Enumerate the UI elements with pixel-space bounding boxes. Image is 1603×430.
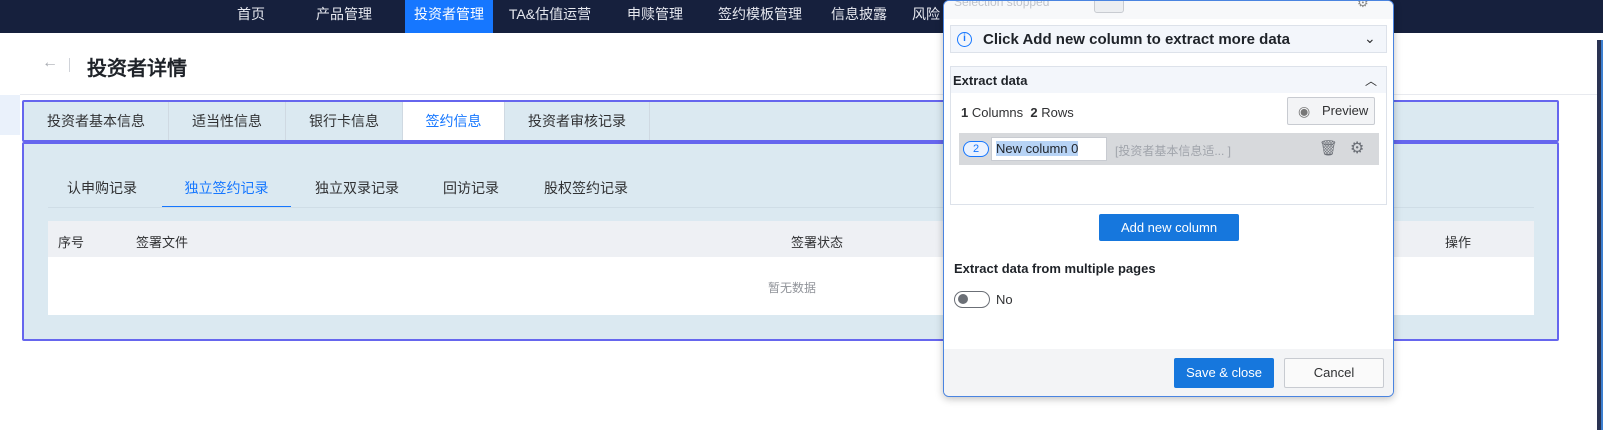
eye-icon: ◉	[1298, 103, 1311, 119]
header-divider	[69, 58, 70, 72]
column-header-actions: 操作	[1445, 235, 1472, 250]
page-title: 投资者详情	[87, 58, 187, 80]
multi-pages-value: No	[996, 292, 1013, 307]
tab-investor-basic-info[interactable]: 投资者基本信息	[24, 102, 169, 140]
extract-data-section: Extract data ︿ 1 Columns 2 Rows ◉ Previe…	[950, 66, 1387, 205]
selection-status: Selection stopped	[954, 0, 1050, 9]
rows-label: Rows	[1041, 105, 1074, 120]
extract-panel: Selection stopped ⚙ i Click Add new colu…	[943, 0, 1394, 397]
column-count-badge: 2	[963, 141, 989, 157]
subtab-equity-signing-records[interactable]: 股权签约记录	[540, 178, 632, 208]
save-close-button[interactable]: Save & close	[1174, 358, 1274, 388]
gear-icon[interactable]: ⚙	[1357, 1, 1369, 11]
subtab-independent-dual-records[interactable]: 独立双录记录	[309, 178, 405, 208]
subtab-subscription-records[interactable]: 认申购记录	[64, 178, 140, 208]
tab-bank-card-info[interactable]: 银行卡信息	[286, 102, 403, 140]
nav-item-disclosure[interactable]: 信息披露	[822, 0, 896, 33]
tab-signing-info[interactable]: 签约信息	[403, 102, 505, 140]
info-banner[interactable]: i Click Add new column to extract more d…	[950, 25, 1387, 53]
nav-item-ta-valuation[interactable]: TA&估值运营	[495, 0, 605, 33]
info-icon: i	[957, 32, 972, 47]
rows-count: 2	[1030, 105, 1038, 120]
arrow-left-icon[interactable]: ←	[42, 54, 58, 72]
subtab-independent-signing-records[interactable]: 独立签约记录	[162, 178, 291, 208]
tab-investor-audit-records[interactable]: 投资者审核记录	[505, 102, 650, 140]
panel-footer: Save & close Cancel	[944, 349, 1393, 396]
add-new-column-button[interactable]: Add new column	[1099, 214, 1239, 241]
column-name-selected-text: New column 0	[996, 141, 1079, 156]
preview-button[interactable]: ◉ Preview	[1287, 97, 1375, 125]
chevron-down-icon[interactable]: ⌄	[1364, 30, 1376, 47]
panel-top-bar: Selection stopped ⚙	[944, 0, 1393, 19]
column-sample-hint: [投资者基本信息适... ]	[1115, 144, 1232, 158]
nav-item-home[interactable]: 首页	[220, 0, 282, 33]
multi-pages-title: Extract data from multiple pages	[954, 261, 1156, 276]
nav-item-sign-templates[interactable]: 签约模板管理	[705, 0, 815, 33]
toggle-knob	[958, 294, 968, 304]
column-row: 2 New column 0 [投资者基本信息适... ] 🗑 ⚙	[959, 133, 1379, 165]
subtab-callback-records[interactable]: 回访记录	[438, 178, 504, 208]
empty-state-text: 暂无数据	[768, 281, 817, 295]
column-settings-gear-icon[interactable]: ⚙	[1350, 138, 1364, 158]
selection-toggle-button[interactable]	[1094, 1, 1124, 13]
nav-item-products[interactable]: 产品管理	[300, 0, 388, 33]
multi-pages-toggle[interactable]	[954, 291, 990, 308]
cancel-button[interactable]: Cancel	[1284, 358, 1384, 388]
columns-count: 1	[961, 105, 969, 120]
column-header-status: 签署状态	[791, 235, 844, 250]
extract-data-title: Extract data	[953, 73, 1028, 88]
columns-rows-count: 1 Columns 2 Rows	[961, 105, 1074, 120]
nav-item-investors[interactable]: 投资者管理	[405, 0, 493, 33]
column-header-document: 签署文件	[136, 235, 189, 250]
nav-item-subscription[interactable]: 申赎管理	[615, 0, 695, 33]
columns-label: Columns	[971, 105, 1024, 120]
preview-label: Preview	[1322, 103, 1369, 118]
info-text: Click Add new column to extract more dat…	[983, 31, 1291, 48]
column-name-input[interactable]: New column 0	[991, 137, 1107, 161]
tab-suitability-info[interactable]: 适当性信息	[169, 102, 286, 140]
chevron-up-icon[interactable]: ︿	[1365, 72, 1377, 89]
extract-data-header[interactable]: Extract data ︿	[951, 67, 1386, 93]
trash-icon[interactable]: 🗑	[1319, 139, 1338, 157]
column-header-index: 序号	[58, 235, 85, 250]
left-sidebar-edge	[0, 95, 20, 135]
